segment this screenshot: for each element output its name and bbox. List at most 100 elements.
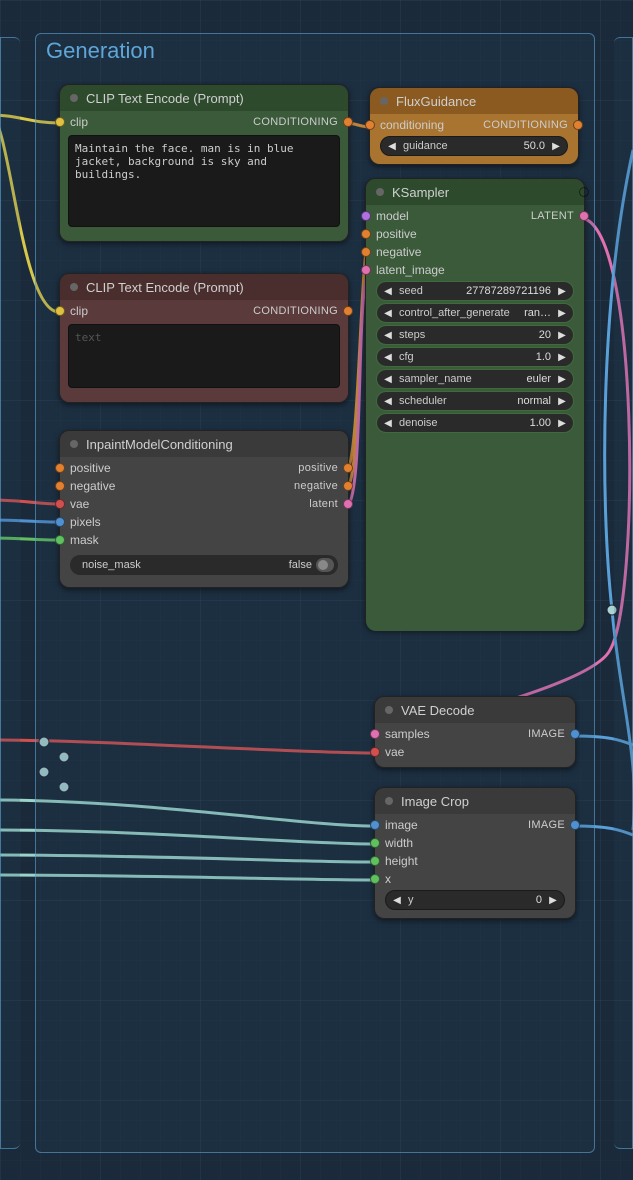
port-latent-out[interactable] bbox=[343, 499, 353, 509]
collapse-dot-icon[interactable] bbox=[385, 706, 393, 714]
denoise-widget[interactable]: ◀ denoise 1.00 ▶ bbox=[376, 413, 574, 433]
arrow-right-icon[interactable]: ▶ bbox=[546, 895, 560, 906]
port-label: IMAGE bbox=[528, 819, 565, 831]
collapse-dot-icon[interactable] bbox=[380, 97, 388, 105]
arrow-right-icon[interactable]: ▶ bbox=[549, 141, 563, 152]
steps-widget[interactable]: ◀ steps 20 ▶ bbox=[376, 325, 574, 345]
widget-label: seed bbox=[395, 285, 427, 297]
port-conditioning-out[interactable] bbox=[343, 117, 353, 127]
port-label: CONDITIONING bbox=[483, 119, 568, 131]
collapse-dot-icon[interactable] bbox=[376, 188, 384, 196]
arrow-right-icon[interactable]: ▶ bbox=[555, 330, 569, 341]
port-conditioning-in[interactable] bbox=[365, 120, 375, 130]
widget-value: 1.0 bbox=[532, 351, 555, 363]
port-model-in[interactable] bbox=[361, 211, 371, 221]
arrow-left-icon[interactable]: ◀ bbox=[385, 141, 399, 152]
group-frame-left bbox=[0, 37, 20, 1149]
port-label: positive bbox=[298, 462, 338, 474]
port-clip-in[interactable] bbox=[55, 117, 65, 127]
port-clip-in[interactable] bbox=[55, 306, 65, 316]
port-width-in[interactable] bbox=[370, 838, 380, 848]
node-title: FluxGuidance bbox=[396, 94, 476, 109]
group-frame-right bbox=[614, 37, 633, 1149]
widget-value: 27787289721196 bbox=[462, 285, 555, 297]
collapse-dot-icon[interactable] bbox=[70, 440, 78, 448]
widget-value: 1.00 bbox=[526, 417, 555, 429]
seed-widget[interactable]: ◀ seed 27787289721196 ▶ bbox=[376, 281, 574, 301]
port-latent-out[interactable] bbox=[579, 211, 589, 221]
node-header[interactable]: Image Crop bbox=[375, 788, 575, 814]
node-ksampler[interactable]: KSampler model LATENT positive negative … bbox=[365, 178, 585, 630]
toggle-label: noise_mask bbox=[82, 559, 141, 571]
node-header[interactable]: CLIP Text Encode (Prompt) bbox=[60, 85, 348, 111]
port-x-in[interactable] bbox=[370, 874, 380, 884]
port-negative-in[interactable] bbox=[361, 247, 371, 257]
port-conditioning-out[interactable] bbox=[343, 306, 353, 316]
arrow-left-icon[interactable]: ◀ bbox=[381, 352, 395, 363]
arrow-left-icon[interactable]: ◀ bbox=[390, 895, 404, 906]
port-label: x bbox=[385, 872, 391, 886]
collapse-dot-icon[interactable] bbox=[70, 94, 78, 102]
node-header[interactable]: CLIP Text Encode (Prompt) bbox=[60, 274, 348, 300]
toggle-knob-icon[interactable] bbox=[316, 558, 334, 572]
arrow-right-icon[interactable]: ▶ bbox=[555, 308, 569, 319]
node-title: Image Crop bbox=[401, 794, 469, 809]
port-image-out[interactable] bbox=[570, 820, 580, 830]
port-image-in[interactable] bbox=[370, 820, 380, 830]
arrow-right-icon[interactable]: ▶ bbox=[555, 374, 569, 385]
port-label: IMAGE bbox=[528, 728, 565, 740]
port-vae-in[interactable] bbox=[370, 747, 380, 757]
port-label: mask bbox=[70, 533, 99, 547]
arrow-left-icon[interactable]: ◀ bbox=[381, 374, 395, 385]
arrow-right-icon[interactable]: ▶ bbox=[555, 286, 569, 297]
node-header[interactable]: VAE Decode bbox=[375, 697, 575, 723]
port-positive-in[interactable] bbox=[55, 463, 65, 473]
port-mask-in[interactable] bbox=[55, 535, 65, 545]
noise-mask-toggle[interactable]: noise_mask false bbox=[70, 555, 338, 575]
arrow-right-icon[interactable]: ▶ bbox=[555, 396, 569, 407]
node-clip-text-encode-negative[interactable]: CLIP Text Encode (Prompt) clip CONDITION… bbox=[59, 273, 349, 403]
port-label: samples bbox=[385, 727, 430, 741]
node-image-crop[interactable]: Image Crop image IMAGE width height x ◀ … bbox=[374, 787, 576, 919]
port-label: conditioning bbox=[380, 118, 444, 132]
widget-value: normal bbox=[513, 395, 555, 407]
prompt-textarea[interactable]: Maintain the face. man is in blue jacket… bbox=[68, 135, 340, 227]
arrow-left-icon[interactable]: ◀ bbox=[381, 396, 395, 407]
port-label: clip bbox=[70, 304, 88, 318]
node-inpaint-model-conditioning[interactable]: InpaintModelConditioning positive positi… bbox=[59, 430, 349, 588]
sampler-name-widget[interactable]: ◀ sampler_name euler ▶ bbox=[376, 369, 574, 389]
node-header[interactable]: FluxGuidance bbox=[370, 88, 578, 114]
cfg-widget[interactable]: ◀ cfg 1.0 ▶ bbox=[376, 347, 574, 367]
port-image-out[interactable] bbox=[570, 729, 580, 739]
arrow-right-icon[interactable]: ▶ bbox=[555, 418, 569, 429]
arrow-left-icon[interactable]: ◀ bbox=[381, 286, 395, 297]
port-pixels-in[interactable] bbox=[55, 517, 65, 527]
y-widget[interactable]: ◀ y 0 ▶ bbox=[385, 890, 565, 910]
node-vae-decode[interactable]: VAE Decode samples IMAGE vae bbox=[374, 696, 576, 768]
collapse-dot-icon[interactable] bbox=[385, 797, 393, 805]
guidance-widget[interactable]: ◀ guidance 50.0 ▶ bbox=[380, 136, 568, 156]
node-flux-guidance[interactable]: FluxGuidance conditioning CONDITIONING ◀… bbox=[369, 87, 579, 165]
arrow-left-icon[interactable]: ◀ bbox=[381, 418, 395, 429]
port-positive-in[interactable] bbox=[361, 229, 371, 239]
port-header-out[interactable] bbox=[579, 187, 589, 197]
node-header[interactable]: KSampler bbox=[366, 179, 584, 205]
port-vae-in[interactable] bbox=[55, 499, 65, 509]
port-positive-out[interactable] bbox=[343, 463, 353, 473]
node-clip-text-encode-positive[interactable]: CLIP Text Encode (Prompt) clip CONDITION… bbox=[59, 84, 349, 242]
scheduler-widget[interactable]: ◀ scheduler normal ▶ bbox=[376, 391, 574, 411]
port-height-in[interactable] bbox=[370, 856, 380, 866]
port-conditioning-out[interactable] bbox=[573, 120, 583, 130]
prompt-textarea[interactable]: text bbox=[68, 324, 340, 388]
arrow-left-icon[interactable]: ◀ bbox=[381, 330, 395, 341]
arrow-right-icon[interactable]: ▶ bbox=[555, 352, 569, 363]
arrow-left-icon[interactable]: ◀ bbox=[381, 308, 395, 319]
control-after-generate-widget[interactable]: ◀ control_after_generate ran… ▶ bbox=[376, 303, 574, 323]
port-negative-in[interactable] bbox=[55, 481, 65, 491]
group-title[interactable]: Generation bbox=[46, 38, 155, 64]
collapse-dot-icon[interactable] bbox=[70, 283, 78, 291]
port-samples-in[interactable] bbox=[370, 729, 380, 739]
node-header[interactable]: InpaintModelConditioning bbox=[60, 431, 348, 457]
port-latent-image-in[interactable] bbox=[361, 265, 371, 275]
port-negative-out[interactable] bbox=[343, 481, 353, 491]
